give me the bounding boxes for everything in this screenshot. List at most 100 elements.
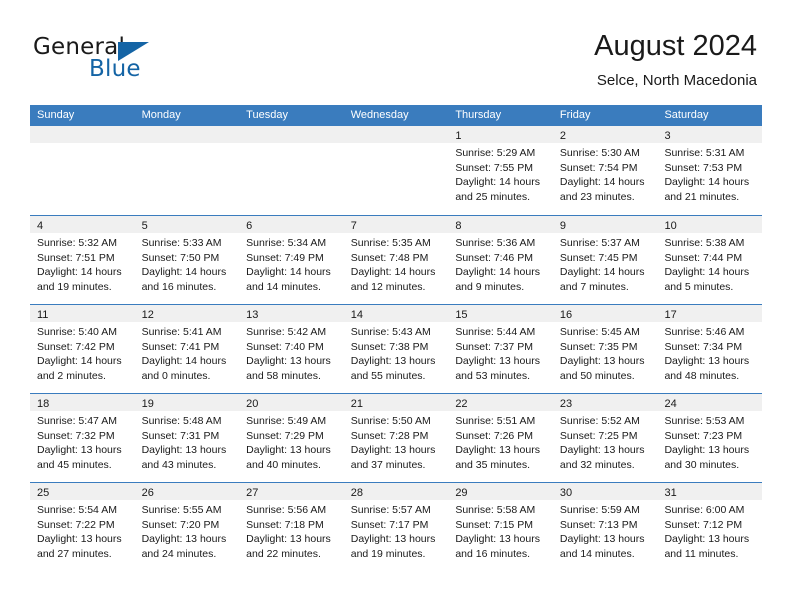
daylight-text-line2: and 30 minutes. (664, 458, 740, 471)
sunrise-text: Sunrise: 5:31 AM (664, 147, 745, 159)
daylight-text-line1: Daylight: 13 hours (37, 444, 122, 457)
day-number-band: 5 (134, 216, 240, 233)
sunset-text: Sunset: 7:38 PM (350, 340, 429, 353)
day-cell[interactable]: 1 Sunrise: 5:29 AM Sunset: 7:55 PM Daylight… (448, 126, 553, 215)
day-number: 18 (37, 398, 50, 410)
day-details: Sunrise: 5:33 AM Sunset: 7:50 PM Daylight:… (135, 233, 240, 294)
day-cell-empty (30, 126, 135, 215)
sunrise-text: Sunrise: 5:32 AM (37, 237, 117, 249)
sunset-text: Sunset: 7:45 PM (559, 251, 638, 264)
daylight-text-line1: Daylight: 13 hours (246, 444, 331, 457)
day-cell[interactable]: 10 Sunrise: 5:38 AM Sunset: 7:44 PM Dayligh… (657, 216, 763, 304)
day-cell[interactable]: 3 Sunrise: 5:31 AM Sunset: 7:53 PM Daylight… (657, 126, 763, 215)
day-details (239, 143, 344, 146)
daylight-text-line1: Daylight: 14 hours (141, 355, 227, 368)
calendar-week-row: 1 Sunrise: 5:29 AM Sunset: 7:55 PM Daylight… (30, 126, 763, 215)
sunrise-text: Sunrise: 5:30 AM (559, 147, 640, 159)
daylight-text-line2: and 16 minutes. (141, 280, 217, 293)
daylight-text-line2: and 2 minutes. (37, 369, 106, 382)
daylight-text-line1: Daylight: 13 hours (246, 533, 331, 546)
weekday-header-thursday: Thursday (455, 109, 502, 121)
sunset-text: Sunset: 7:37 PM (455, 340, 533, 353)
day-number-band: 18 (30, 394, 135, 411)
day-number: 26 (141, 487, 154, 499)
day-cell[interactable]: 2 Sunrise: 5:30 AM Sunset: 7:54 PM Daylight… (552, 126, 658, 215)
day-cell[interactable]: 13 Sunrise: 5:42 AM Sunset: 7:40 PM Dayligh… (239, 305, 344, 393)
sunrise-text: Sunrise: 5:46 AM (664, 326, 745, 338)
sunset-text: Sunset: 7:50 PM (141, 251, 220, 264)
day-cell[interactable]: 24 Sunrise: 5:53 AM Sunset: 7:23 PM Dayligh… (657, 394, 763, 482)
day-number: 28 (350, 487, 363, 499)
day-number: 5 (141, 220, 148, 232)
sunrise-text: Sunrise: 5:47 AM (37, 415, 117, 427)
day-details: Sunrise: 5:53 AM Sunset: 7:23 PM Daylight:… (657, 411, 762, 472)
day-cell[interactable]: 31 Sunrise: 6:00 AM Sunset: 7:12 PM Dayligh… (657, 483, 763, 571)
day-cell[interactable]: 21 Sunrise: 5:50 AM Sunset: 7:28 PM Dayligh… (343, 394, 449, 482)
day-number-band: 6 (239, 216, 344, 233)
sunrise-text: Sunrise: 5:56 AM (246, 504, 327, 516)
daylight-text-line1: Daylight: 13 hours (455, 355, 540, 368)
day-cell[interactable]: 29 Sunrise: 5:58 AM Sunset: 7:15 PM Dayligh… (448, 483, 553, 571)
day-number: 24 (664, 398, 677, 410)
day-cell[interactable]: 11 Sunrise: 5:40 AM Sunset: 7:42 PM Dayligh… (30, 305, 135, 393)
sunset-text: Sunset: 7:23 PM (664, 429, 743, 442)
day-cell[interactable]: 5 Sunrise: 5:33 AM Sunset: 7:50 PM Daylight… (134, 216, 240, 304)
day-cell[interactable]: 12 Sunrise: 5:41 AM Sunset: 7:41 PM Dayligh… (134, 305, 240, 393)
daylight-text-line1: Daylight: 14 hours (559, 176, 645, 189)
day-details: Sunrise: 5:54 AM Sunset: 7:22 PM Daylight:… (30, 500, 135, 561)
day-cell[interactable]: 23 Sunrise: 5:52 AM Sunset: 7:25 PM Dayligh… (552, 394, 658, 482)
sunset-text: Sunset: 7:12 PM (664, 518, 743, 531)
day-cell[interactable]: 14 Sunrise: 5:43 AM Sunset: 7:38 PM Dayligh… (343, 305, 449, 393)
sunrise-text: Sunrise: 5:34 AM (246, 237, 327, 249)
day-cell[interactable]: 19 Sunrise: 5:48 AM Sunset: 7:31 PM Dayligh… (134, 394, 240, 482)
day-cell[interactable]: 17 Sunrise: 5:46 AM Sunset: 7:34 PM Dayligh… (657, 305, 763, 393)
day-number: 2 (559, 130, 567, 142)
day-cell[interactable]: 16 Sunrise: 5:45 AM Sunset: 7:35 PM Dayligh… (552, 305, 658, 393)
day-number-band: 2 (552, 126, 658, 143)
day-cell[interactable]: 26 Sunrise: 5:55 AM Sunset: 7:20 PM Dayligh… (134, 483, 240, 571)
general-blue-logo[interactable]: General Blue (33, 34, 263, 86)
logo-word-blue: Blue (89, 56, 141, 82)
sunrise-text: Sunrise: 6:00 AM (664, 504, 745, 516)
day-number-band: 14 (343, 305, 449, 322)
day-details: Sunrise: 5:52 AM Sunset: 7:25 PM Daylight:… (553, 411, 658, 472)
day-cell[interactable]: 15 Sunrise: 5:44 AM Sunset: 7:37 PM Dayligh… (448, 305, 553, 393)
day-cell[interactable]: 6 Sunrise: 5:34 AM Sunset: 7:49 PM Daylight… (239, 216, 344, 304)
daylight-text-line2: and 32 minutes. (559, 458, 635, 471)
day-number: 11 (37, 309, 49, 321)
day-number: 9 (559, 220, 567, 232)
day-cell[interactable]: 9 Sunrise: 5:37 AM Sunset: 7:45 PM Daylight… (552, 216, 658, 304)
day-cell[interactable]: 28 Sunrise: 5:57 AM Sunset: 7:17 PM Dayligh… (343, 483, 449, 571)
day-cell[interactable]: 20 Sunrise: 5:49 AM Sunset: 7:29 PM Dayligh… (239, 394, 344, 482)
day-details: Sunrise: 5:32 AM Sunset: 7:51 PM Daylight:… (30, 233, 135, 294)
sunrise-text: Sunrise: 5:49 AM (246, 415, 327, 427)
day-cell[interactable]: 4 Sunrise: 5:32 AM Sunset: 7:51 PM Daylight… (30, 216, 135, 304)
day-number-band: 15 (448, 305, 553, 322)
daylight-text-line1: Daylight: 14 hours (455, 176, 540, 189)
day-cell[interactable]: 27 Sunrise: 5:56 AM Sunset: 7:18 PM Dayligh… (239, 483, 344, 571)
daylight-text-line2: and 43 minutes. (141, 458, 217, 471)
sunrise-text: Sunrise: 5:54 AM (37, 504, 117, 516)
daylight-text-line2: and 0 minutes. (141, 369, 211, 382)
calendar-week-row: 18 Sunrise: 5:47 AM Sunset: 7:32 PM Dayligh… (30, 393, 763, 482)
daylight-text-line2: and 19 minutes. (37, 280, 112, 293)
day-number: 27 (246, 487, 259, 499)
calendar-week-row: 4 Sunrise: 5:32 AM Sunset: 7:51 PM Daylight… (30, 215, 763, 304)
daylight-text-line2: and 53 minutes. (455, 369, 531, 382)
day-number-band: 25 (30, 483, 135, 500)
day-details: Sunrise: 5:38 AM Sunset: 7:44 PM Daylight:… (657, 233, 762, 294)
sunrise-text: Sunrise: 5:51 AM (455, 415, 536, 427)
daylight-text-line1: Daylight: 14 hours (559, 266, 645, 279)
sunset-text: Sunset: 7:18 PM (246, 518, 324, 531)
sunrise-text: Sunrise: 5:53 AM (664, 415, 745, 427)
day-number-band: 4 (30, 216, 135, 233)
day-cell[interactable]: 22 Sunrise: 5:51 AM Sunset: 7:26 PM Dayligh… (448, 394, 553, 482)
daylight-text-line1: Daylight: 14 hours (664, 266, 750, 279)
day-cell[interactable]: 30 Sunrise: 5:59 AM Sunset: 7:13 PM Dayligh… (552, 483, 658, 571)
day-cell[interactable]: 8 Sunrise: 5:36 AM Sunset: 7:46 PM Daylight… (448, 216, 553, 304)
daylight-text-line1: Daylight: 13 hours (141, 533, 227, 546)
day-number-band: 10 (657, 216, 763, 233)
day-cell[interactable]: 25 Sunrise: 5:54 AM Sunset: 7:22 PM Dayligh… (30, 483, 135, 571)
day-cell[interactable]: 7 Sunrise: 5:35 AM Sunset: 7:48 PM Daylight… (343, 216, 449, 304)
day-cell[interactable]: 18 Sunrise: 5:47 AM Sunset: 7:32 PM Dayligh… (30, 394, 135, 482)
